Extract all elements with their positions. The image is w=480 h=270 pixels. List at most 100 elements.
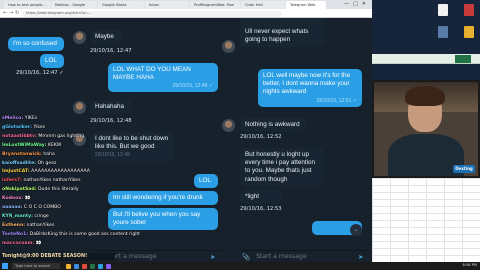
stream-chat-line: ImJustCAT: AAAAAAAAAAAAAAAAAA	[2, 169, 90, 174]
stream-chat-message: KEKW	[47, 142, 62, 148]
chrome-icon[interactable]	[82, 263, 87, 269]
tab-6[interactable]: Telegram Web	[286, 1, 326, 9]
stream-chat-username[interactable]: gGlotwiker:	[2, 125, 32, 130]
contact-avatar[interactable]	[73, 31, 86, 44]
streamer-hair	[405, 86, 445, 106]
desktop-right-panel	[372, 0, 480, 80]
stream-chat-username[interactable]: kaioffsadlite:	[2, 161, 36, 166]
message-bubble[interactable]: Hahahaha	[90, 100, 132, 115]
desktop-app-icon[interactable]	[464, 4, 474, 16]
reload-icon[interactable]: ↻	[15, 10, 19, 16]
url-field[interactable]: https://web.telegram.org/#/im?p=...	[22, 10, 282, 17]
stream-chat-username[interactable]: sMelico:	[2, 116, 23, 121]
stream-chat-message: Mmmm gas lighting	[38, 133, 85, 139]
screen: How to text people... Mailbox - Google G…	[0, 0, 480, 270]
desktop-shortcut-icon[interactable]	[464, 26, 474, 38]
stream-chat-username[interactable]: KYR_manty:	[2, 214, 33, 219]
excel-icon[interactable]	[90, 263, 95, 269]
tab-3[interactable]: Inbox	[145, 1, 189, 9]
message-time: 29/10/16, 12:47	[90, 48, 132, 54]
file-explorer-icon[interactable]	[66, 263, 71, 269]
stream-chat-message: Oh geez	[37, 160, 57, 166]
message-text: Maybe	[95, 33, 114, 40]
message-time: 29/10/16, 12:48 ✓	[172, 83, 213, 90]
edge-icon[interactable]	[74, 263, 79, 269]
send-icon[interactable]: ➤	[358, 253, 363, 261]
tab-5[interactable]: Chat: Hell	[241, 1, 285, 9]
message-bubble[interactable]: Ull never expect whats going to happen	[240, 18, 324, 48]
telegram-icon[interactable]	[98, 263, 103, 269]
composer-right: 📎 Start a message ➤	[240, 250, 370, 262]
stream-chat-message: DaBirbsKing this is some good ass conten…	[29, 231, 140, 237]
start-icon[interactable]	[2, 263, 8, 269]
stream-chat-message: nathanYikes	[26, 222, 55, 228]
tab-bar: How to text people... Mailbox - Google G…	[0, 0, 372, 9]
message-bubble[interactable]: LOL WHAT DO YOU MEAN MAYBE HAHA 29/10/16…	[108, 63, 218, 93]
contact-avatar[interactable]	[222, 119, 235, 132]
webcam-overlay: Dexting	[372, 80, 480, 178]
clock: 8:58 PM	[462, 263, 477, 267]
taskbar: Type here to search 8:58 PM	[0, 262, 480, 270]
stream-chat-username[interactable]: maccocoam:	[2, 241, 34, 246]
stream-chat-line: ImLostWiMaWay: KEKW	[2, 143, 61, 148]
stream-chat-username[interactable]: Kodoox:	[2, 196, 23, 201]
message-bubble[interactable]: But I'll belive you when you say youre s…	[108, 208, 218, 231]
window-controls[interactable]: —□✕	[344, 1, 370, 7]
message-bubble[interactable]: LOL	[40, 54, 64, 69]
contact-avatar[interactable]	[73, 101, 86, 114]
spreadsheet-grid[interactable]	[372, 178, 480, 262]
message-bubble[interactable]: I'm so confused	[8, 37, 64, 52]
stream-chat-username[interactable]: ImJustCAT:	[2, 169, 30, 174]
tab-2[interactable]: Google Slides	[98, 1, 144, 9]
stream-chat-username[interactable]: TooteNo1:	[2, 232, 28, 237]
send-icon[interactable]: ➤	[210, 253, 215, 261]
stream-chat-username[interactable]: aaaaaa:	[2, 205, 22, 210]
stream-chat-username[interactable]: Exthenn:	[2, 223, 25, 228]
stream-chat-username[interactable]: notaastibbtv:	[2, 134, 37, 139]
desktop-file-icon[interactable]	[438, 4, 448, 16]
message-text: LOL well maybe now it's for the better, …	[263, 72, 351, 96]
message-bubble[interactable]: LOL well maybe now it's for the better, …	[258, 69, 362, 107]
tab-0[interactable]: How to text people...	[4, 1, 50, 9]
message-text: But honestly u loght up every time i pay…	[245, 151, 316, 183]
stream-chat-message: C O C O COMBO	[23, 205, 61, 210]
stream-chat-message: 👀	[35, 240, 42, 246]
contact-avatar[interactable]	[222, 40, 235, 53]
tab-4[interactable]: ProfittogramWeb: Pow	[190, 1, 240, 9]
taskbar-search[interactable]: Type here to search	[12, 263, 60, 269]
stream-chat-message: 👀	[24, 196, 31, 202]
stream-chat-line: iufers7: nathanYikes nathanYikes	[2, 178, 81, 183]
stream-chat-line: kaioffsadlite: Oh geez	[2, 161, 56, 166]
back-icon[interactable]: ←	[3, 10, 7, 16]
message-time: 29/10/16, 12:53	[240, 206, 282, 212]
stream-chat-message: haha	[43, 151, 55, 157]
message-bubble[interactable]: Nothing is awkward	[240, 118, 306, 133]
stream-chat-username[interactable]: iufers7:	[2, 178, 22, 183]
message-bubble[interactable]: *light	[240, 190, 282, 205]
excel-share-button[interactable]	[455, 55, 471, 63]
scroll-down-icon[interactable]: ⌄	[350, 224, 362, 236]
stream-chat-message: cringe	[34, 213, 49, 219]
stream-chat-line: KYR_manty: cringe	[2, 214, 49, 219]
stream-chat-username[interactable]: ImLostWiMaWay:	[2, 143, 47, 148]
message-bubble[interactable]: But honestly u loght up every time i pay…	[240, 148, 324, 187]
message-text: Hahahaha	[95, 103, 125, 110]
stream-chat-username[interactable]: oNskipatSad:	[2, 187, 36, 192]
forward-icon[interactable]: →	[9, 10, 13, 16]
stream-chat-username[interactable]: Bryanstanwick:	[2, 152, 42, 157]
message-input[interactable]: Start a message	[256, 253, 307, 260]
tab-1[interactable]: Mailbox - Google	[51, 1, 97, 9]
message-text: Nothing is awkward	[245, 121, 300, 128]
stream-chat-line: sMelico: YIKEs	[2, 116, 37, 121]
message-text: *light	[245, 193, 260, 200]
stream-chat-message: AAAAAAAAAAAAAAAAAA	[31, 169, 90, 175]
attach-icon[interactable]: 📎	[242, 253, 250, 261]
message-bubble[interactable]: Maybe	[90, 30, 122, 45]
stream-chat-line: aaaaaa: C O C O COMBO	[2, 205, 61, 210]
message-text: Im still wondering if you're drunk	[113, 194, 203, 201]
desktop-folder-icon[interactable]	[438, 26, 448, 38]
message-bubble[interactable]: LOL	[194, 174, 218, 189]
message-bubble[interactable]: Im still wondering if you're drunk	[108, 191, 218, 206]
stream-chat-overlay: sMelico: YIKEs gGlotwiker: Yikes notaastib…	[0, 116, 140, 256]
twitch-icon[interactable]	[106, 263, 111, 269]
